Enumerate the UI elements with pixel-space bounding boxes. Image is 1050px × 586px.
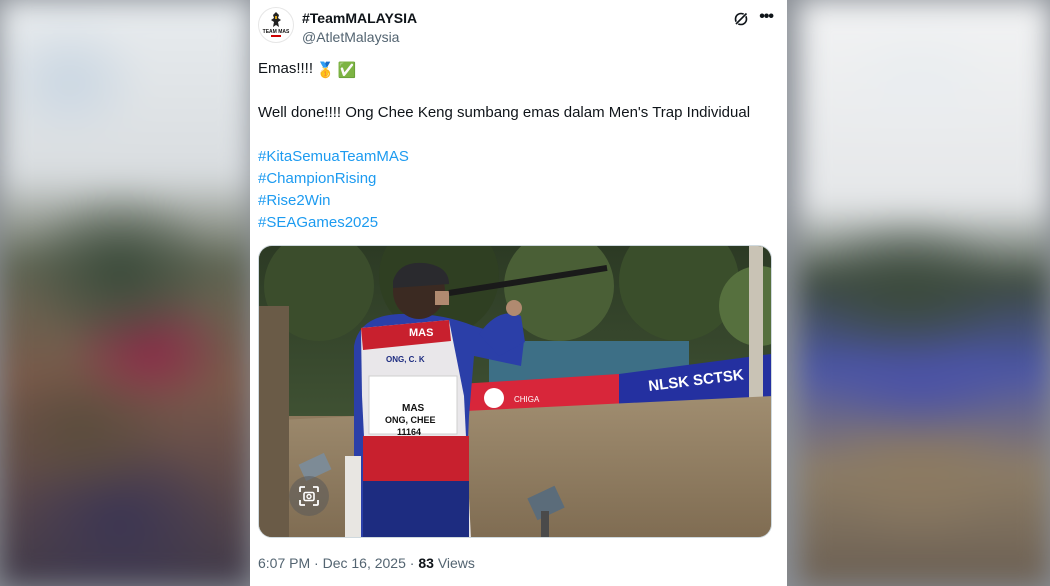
bib-number-text: 11164 xyxy=(397,427,421,437)
hashtag-link[interactable]: #SEAGames2025 xyxy=(258,212,780,234)
bib-name-text: ONG, CHEE xyxy=(385,415,436,425)
tweet-meta: 6:07 PM · Dec 16, 2025 · 83 Views xyxy=(258,555,475,571)
hashtag-link[interactable]: #Rise2Win xyxy=(258,190,780,212)
blurred-background-right xyxy=(799,0,1050,586)
author-handle[interactable]: @AtletMalaysia xyxy=(302,29,399,45)
meta-separator: · xyxy=(409,555,415,571)
gold-medal-emoji: 🥇 xyxy=(316,62,335,79)
tweet-text: Emas!!!! 🥇 ✅ Well done!!!! Ong Chee Keng s… xyxy=(258,58,780,234)
views-count: 83 xyxy=(418,555,434,571)
tweet-line-2: Well done!!!! Ong Chee Keng sumbang emas… xyxy=(258,104,751,121)
tweet-card: TEAM MAS #TeamMALAYSIA @AtletMalaysia ••… xyxy=(250,0,787,586)
tweet-line-1: Emas!!!! xyxy=(258,60,314,77)
name-tag-text: ONG, C. K xyxy=(386,355,425,364)
shooter-photo: CHIGA NLSK SCTSK MAS ONG, C. K MAS ONG, … xyxy=(259,246,771,537)
hashtag-link[interactable]: #KitaSemuaTeamMAS xyxy=(258,146,780,168)
views-label: Views xyxy=(437,555,475,571)
vest-country-text: MAS xyxy=(409,327,433,339)
tweet-photo[interactable]: CHIGA NLSK SCTSK MAS ONG, C. K MAS ONG, … xyxy=(258,245,772,538)
tweet-time[interactable]: 6:07 PM xyxy=(258,555,310,571)
image-scan-button[interactable] xyxy=(289,476,329,516)
tweet-header: TEAM MAS #TeamMALAYSIA @AtletMalaysia ••… xyxy=(258,7,775,47)
banner-left-text: CHIGA xyxy=(514,395,540,404)
hashtag-link[interactable]: #ChampionRising xyxy=(258,168,780,190)
more-options-icon[interactable]: ••• xyxy=(759,9,774,25)
image-scan-icon xyxy=(299,486,319,506)
blurred-background-left xyxy=(0,0,251,586)
bib-country-text: MAS xyxy=(402,403,425,414)
author-display-name[interactable]: #TeamMALAYSIA xyxy=(302,10,417,26)
meta-separator: · xyxy=(314,555,319,571)
grok-icon[interactable] xyxy=(733,11,749,27)
tiger-logo-icon xyxy=(271,12,281,27)
tweet-date[interactable]: Dec 16, 2025 xyxy=(323,555,406,571)
check-mark-emoji: ✅ xyxy=(337,62,357,79)
avatar[interactable]: TEAM MAS xyxy=(258,7,294,43)
flag-icon xyxy=(271,35,281,39)
